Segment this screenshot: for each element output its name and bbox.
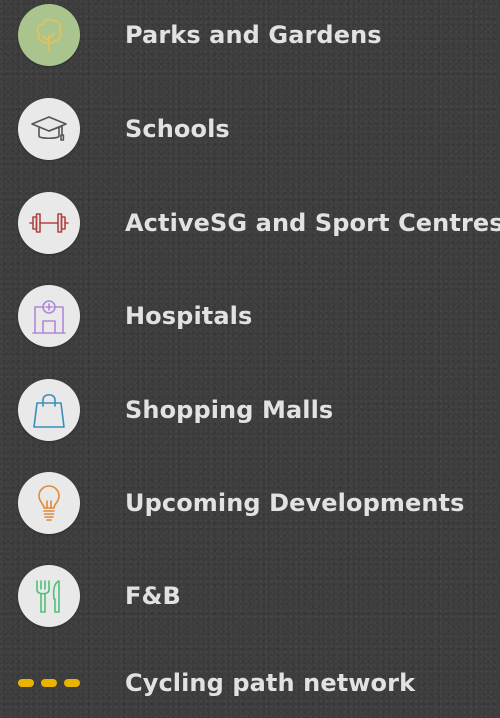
legend-label-upcoming-developments: Upcoming Developments (125, 489, 465, 517)
dashed-line-icon (18, 679, 80, 687)
shopping-bag-icon (18, 379, 80, 441)
legend-label-sport-centres: ActiveSG and Sport Centres (125, 209, 500, 237)
hospital-icon (18, 285, 80, 347)
legend-label-hospitals: Hospitals (125, 302, 253, 330)
legend-item-upcoming-developments: Upcoming Developments (0, 468, 500, 538)
legend-label-fnb: F&B (125, 582, 181, 610)
legend-label-cycling-path: Cycling path network (125, 669, 416, 697)
legend-item-sport-centres: ActiveSG and Sport Centres (0, 188, 500, 258)
dumbbell-icon (18, 192, 80, 254)
legend-label-parks: Parks and Gardens (125, 21, 382, 49)
legend-item-parks: Parks and Gardens (0, 0, 500, 70)
fork-knife-icon (18, 565, 80, 627)
tree-icon (18, 4, 80, 66)
map-legend: Parks and Gardens Schools ActiveSG and S… (0, 0, 500, 711)
legend-item-fnb: F&B (0, 561, 500, 631)
legend-item-schools: Schools (0, 94, 500, 164)
lightbulb-icon (18, 472, 80, 534)
legend-item-cycling-path: Cycling path network (0, 648, 500, 718)
legend-item-hospitals: Hospitals (0, 281, 500, 351)
legend-label-shopping-malls: Shopping Malls (125, 396, 334, 424)
graduation-cap-icon (18, 98, 80, 160)
legend-item-shopping-malls: Shopping Malls (0, 375, 500, 445)
legend-label-schools: Schools (125, 115, 230, 143)
